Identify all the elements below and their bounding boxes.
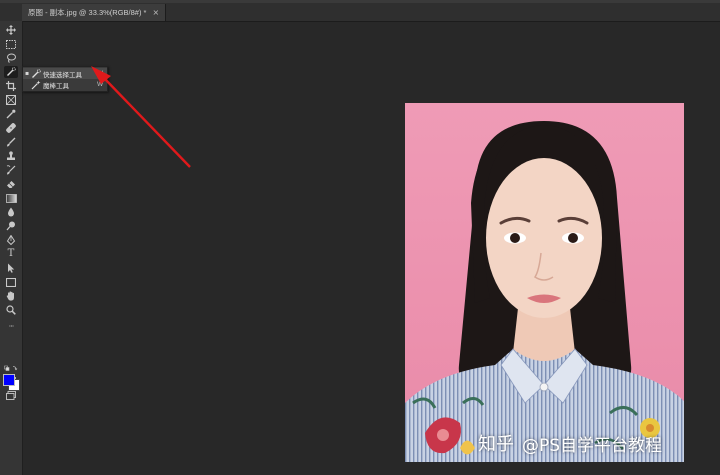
brush-tool[interactable] <box>4 136 18 148</box>
type-icon: T <box>7 248 15 259</box>
zoom-icon <box>6 305 16 315</box>
document-tab-title: 原图 - 副本.jpg @ 33.3%(RGB/8#) * <box>28 8 147 17</box>
quick-selection-icon <box>32 68 41 78</box>
rectangle-tool[interactable] <box>4 276 18 288</box>
rect-marquee-icon <box>6 39 16 49</box>
close-icon[interactable]: × <box>152 8 159 17</box>
shortcut-key: W <box>97 81 104 88</box>
crop-tool[interactable] <box>4 80 18 92</box>
watermark-handle: @PS自学平台教程 <box>522 435 663 456</box>
zoom-tool[interactable] <box>4 304 18 316</box>
eraser-tool[interactable] <box>4 178 18 190</box>
flyout-item-label: 魔棒工具 <box>43 82 69 90</box>
stamp-icon <box>7 151 15 160</box>
blur-tool[interactable] <box>4 206 18 218</box>
path-selection-tool[interactable] <box>4 262 18 274</box>
document-tab-bar: 原图 - 副本.jpg @ 33.3%(RGB/8#) * × <box>0 3 720 22</box>
flyout-item-quick-selection[interactable]: ▪ 快速选择工具 W <box>23 68 107 79</box>
swap-colors-icon[interactable] <box>4 365 18 373</box>
watermark: 知乎 @PS自学平台教程 <box>478 430 662 456</box>
drop-icon <box>8 207 14 217</box>
brush-icon <box>7 137 16 147</box>
quick-selection-icon <box>7 67 16 76</box>
screen-mode-icon <box>6 390 16 400</box>
lasso-icon <box>7 53 16 63</box>
frame-tool[interactable] <box>4 94 18 106</box>
hand-tool[interactable] <box>4 290 18 302</box>
tools-panel: T ··· <box>0 21 23 475</box>
flyout-item-magic-wand[interactable]: 魔棒工具 W <box>23 79 107 90</box>
foreground-color-swatch[interactable] <box>3 374 15 386</box>
eyedropper-icon <box>6 109 16 119</box>
lasso-tool[interactable] <box>4 52 18 64</box>
quick-selection-flyout: ▪ 快速选择工具 W 魔棒工具 W <box>22 66 108 92</box>
rectangle-icon <box>6 277 16 287</box>
crop-icon <box>6 81 16 91</box>
clone-stamp-tool[interactable] <box>4 150 18 162</box>
gradient-tool[interactable] <box>4 192 18 204</box>
history-brush-tool[interactable] <box>4 164 18 176</box>
selected-bullet: ▪ <box>24 70 30 77</box>
pen-tool[interactable] <box>4 234 18 246</box>
magic-wand-icon <box>31 80 41 89</box>
watermark-platform: 知乎 <box>478 434 514 455</box>
eyedropper-tool[interactable] <box>4 108 18 120</box>
gradient-icon <box>5 193 17 203</box>
marquee-tool[interactable] <box>4 38 18 50</box>
pen-icon <box>6 235 16 245</box>
path-select-icon <box>8 263 15 273</box>
move-icon <box>6 25 16 35</box>
shortcut-key: W <box>97 70 104 77</box>
more-tools[interactable]: ··· <box>4 321 18 333</box>
hand-icon <box>6 291 14 301</box>
move-tool[interactable] <box>4 24 18 36</box>
type-tool[interactable]: T <box>4 248 18 260</box>
history-brush-icon <box>6 165 16 175</box>
dodge-tool[interactable] <box>4 220 18 232</box>
bandage-icon <box>6 123 16 133</box>
portrait-illustration <box>405 103 684 462</box>
eraser-icon <box>7 181 15 188</box>
dodge-icon <box>6 221 15 231</box>
document-tab[interactable]: 原图 - 副本.jpg @ 33.3%(RGB/8#) * × <box>22 4 167 21</box>
photoshop-window: 原图 - 副本.jpg @ 33.3%(RGB/8#) * × T ··· ▪ … <box>0 0 720 475</box>
quick-selection-tool[interactable] <box>4 66 18 78</box>
portrait-photo <box>405 103 684 462</box>
frame-icon <box>6 95 16 105</box>
healing-brush-tool[interactable] <box>4 122 18 134</box>
ellipsis-icon: ··· <box>8 322 15 331</box>
flyout-item-label: 快速选择工具 <box>43 71 82 79</box>
